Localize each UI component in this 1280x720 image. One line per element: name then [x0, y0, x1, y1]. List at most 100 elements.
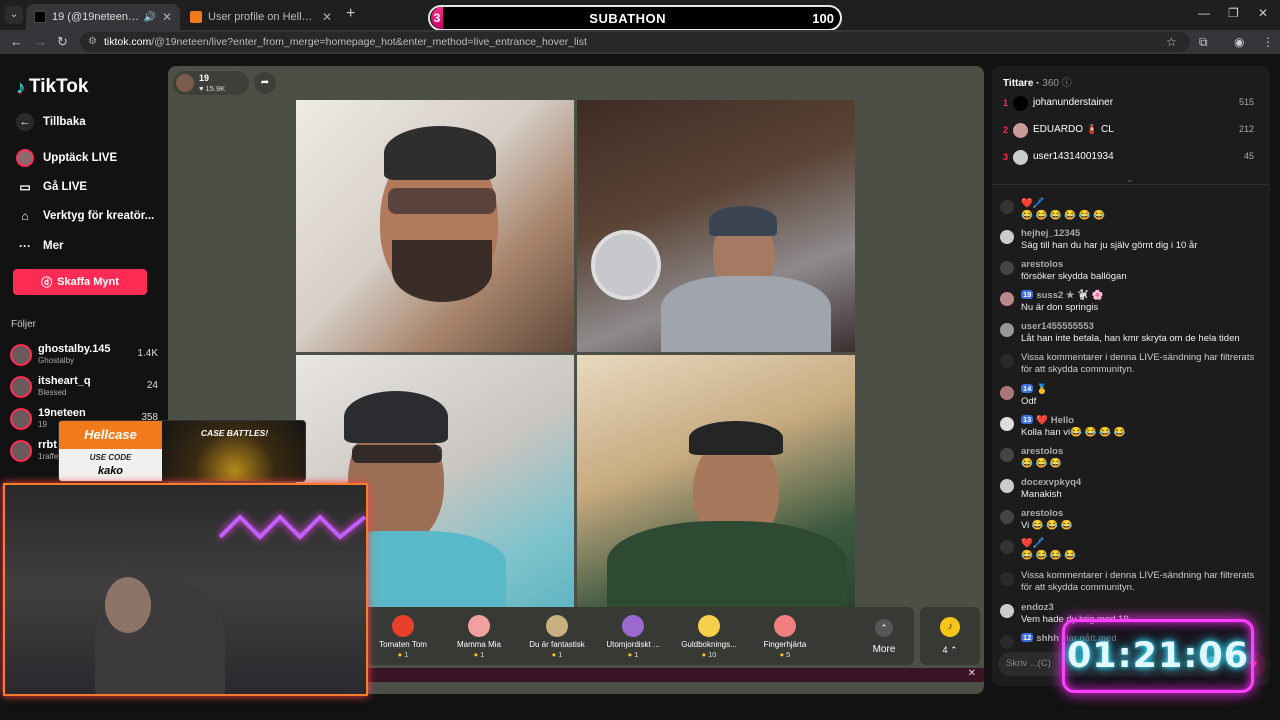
- viewers-heading: Tittare · 360 ⓘ: [1003, 78, 1072, 89]
- restore-icon[interactable]: ❐: [1228, 6, 1239, 20]
- close-tab-icon[interactable]: ✕: [162, 10, 172, 24]
- hellcase-code-panel: Hellcase USE CODE kako: [59, 421, 162, 481]
- extensions-icon[interactable]: ⧉: [1199, 35, 1208, 50]
- host-avatar: [176, 74, 194, 92]
- gift-tomato-icon: [392, 615, 414, 637]
- tiktok-page: ♪ TikTok ← Tillbaka Upptäck LIVE ▭ Gå LI…: [0, 54, 1280, 720]
- tab-tiktok-live[interactable]: 19 (@19neteen) är LIVE - TikTok 🔊 ✕: [26, 4, 180, 30]
- subathon-right-value: 100: [812, 10, 834, 26]
- gift-name: Tomaten Tom: [379, 640, 427, 649]
- tiktok-logo[interactable]: ♪ TikTok: [16, 76, 88, 98]
- top-viewer-row[interactable]: 3 user14314001934 45: [992, 147, 1270, 169]
- chat-username: hejhej_12345: [1021, 228, 1081, 239]
- chevron-up-icon: ⌃: [875, 619, 893, 637]
- reload-icon[interactable]: ↻: [57, 34, 68, 50]
- rank-number: 3: [1003, 152, 1009, 162]
- gift-item[interactable]: Du är fantastisk 1: [522, 615, 592, 659]
- speaker-icon: 🔊: [143, 11, 156, 23]
- countdown-timer-overlay: 01:21:06: [1062, 619, 1254, 693]
- tiktok-icon: [1000, 572, 1014, 586]
- back-arrow-icon[interactable]: ←: [10, 34, 23, 49]
- top-viewer-row[interactable]: 2 EDUARDO 🧯 CL 212: [992, 120, 1270, 142]
- subathon-left-value: 3: [431, 7, 443, 29]
- guest-hoodie: [607, 521, 847, 607]
- chat-text: Nu är don springis: [1021, 302, 1099, 313]
- chat-username: arestolos: [1021, 508, 1064, 519]
- get-coins-button[interactable]: ⓓ Skaffa Mynt: [13, 269, 147, 295]
- following-heading: Följer: [11, 319, 37, 330]
- guest-video-1: [296, 100, 574, 352]
- nav-label: Verktyg för kreatör...: [43, 210, 155, 222]
- avatar: [1000, 323, 1014, 337]
- bookmark-star-icon[interactable]: ☆: [1166, 35, 1177, 49]
- share-icon[interactable]: ➦: [254, 72, 276, 94]
- subathon-label: SUBATHON: [589, 10, 666, 26]
- chat-username-text: 🥇: [1036, 384, 1049, 395]
- gift-price: 1: [522, 650, 592, 659]
- chat-text: 😂 😂 😂: [1021, 458, 1062, 469]
- tab-hellcase[interactable]: User profile on Hellcase ✕: [182, 4, 340, 30]
- nav-discover-live[interactable]: Upptäck LIVE: [16, 149, 117, 167]
- home-tools-icon: ⌂: [21, 209, 29, 223]
- close-icon[interactable]: ✕: [968, 668, 976, 679]
- coin-balance-button[interactable]: ♪ 4 ⌃: [920, 607, 980, 665]
- more-label: More: [872, 644, 896, 655]
- avatar: [1000, 386, 1014, 400]
- avatar: [1013, 150, 1028, 165]
- nav-go-live[interactable]: ▭ Gå LIVE: [16, 178, 87, 196]
- rank-number: 2: [1003, 125, 1009, 135]
- following-item[interactable]: ghostalby.145 Ghostalby 1.4K: [10, 342, 160, 370]
- minimize-icon[interactable]: —: [1198, 6, 1210, 20]
- gift-item[interactable]: Mamma Mia 1: [444, 615, 514, 659]
- back-label: Tillbaka: [43, 116, 86, 128]
- gift-cat-icon: [546, 615, 568, 637]
- close-tab-icon[interactable]: ✕: [322, 10, 332, 24]
- chevron-down-icon[interactable]: ⌄: [1126, 174, 1134, 185]
- following-name: 19neteen: [38, 407, 86, 419]
- join-icon: [1000, 635, 1014, 649]
- chat-username-text: shhh: [1036, 633, 1060, 644]
- get-coins-label: Skaffa Mynt: [57, 276, 119, 288]
- gift-item[interactable]: Utomjordiskt ... 1: [598, 615, 668, 659]
- guest-cap: [689, 421, 783, 455]
- info-icon[interactable]: ⓘ: [1062, 78, 1072, 89]
- case-battles-label: CASE BATTLES!: [200, 428, 269, 438]
- host-info[interactable]: 19 ♥ 15.9K: [173, 71, 249, 95]
- url-field[interactable]: ⚙ tiktok.com/@19neteen/live?enter_from_m…: [80, 32, 1190, 52]
- gift-name: Guldboknings...: [681, 640, 737, 649]
- profile-avatar-icon[interactable]: ◉: [1234, 35, 1244, 49]
- host-name: 19: [199, 73, 210, 83]
- avatar: [1000, 230, 1014, 244]
- avatar: [1000, 479, 1014, 493]
- close-window-icon[interactable]: ✕: [1258, 6, 1268, 20]
- logo-text: TikTok: [29, 76, 89, 97]
- guest-sunglasses: [352, 445, 442, 463]
- gift-price: 1: [444, 650, 514, 659]
- viewer-name: EDUARDO 🧯 CL: [1033, 124, 1114, 135]
- gift-bar: Tomaten Tom 1 Mamma Mia 1 Du är fantasti…: [366, 607, 914, 665]
- back-link[interactable]: ← Tillbaka: [16, 113, 86, 131]
- following-item[interactable]: itsheart_q Blessed 24: [10, 374, 160, 402]
- forward-arrow-icon[interactable]: →: [34, 34, 47, 49]
- gift-item[interactable]: Fingerhjärta 5: [750, 615, 820, 659]
- chat-username: endoz3: [1021, 602, 1054, 613]
- gift-item[interactable]: Tomaten Tom 1: [368, 615, 438, 659]
- tab-search-button[interactable]: ⌄: [5, 6, 23, 24]
- tiktok-favicon-icon: [34, 11, 46, 23]
- browser-menu-icon[interactable]: ⋮: [1262, 35, 1274, 49]
- nav-creator-tools[interactable]: ⌂ Verktyg för kreatör...: [16, 207, 154, 225]
- new-tab-icon[interactable]: +: [346, 5, 355, 23]
- use-code-label: USE CODE: [89, 453, 132, 462]
- nav-more[interactable]: ··· Mer: [16, 237, 63, 255]
- gift-item[interactable]: Guldboknings... 10: [674, 615, 744, 659]
- chat-text: försöker skydda ballögan: [1021, 271, 1127, 282]
- more-gifts-button[interactable]: ⌃ More: [868, 619, 900, 655]
- subathon-overlay: 3 SUBATHON 100: [428, 5, 842, 31]
- viewer-score: 212: [1238, 124, 1254, 134]
- guest-beard: [392, 240, 492, 302]
- gift-mamma-mia-icon: [468, 615, 490, 637]
- following-sub: 1raffe: [38, 452, 59, 461]
- more-dots-icon: ···: [19, 239, 31, 253]
- site-info-icon[interactable]: ⚙: [88, 32, 97, 52]
- top-viewer-row[interactable]: 1 johanunderstainer 515: [992, 93, 1270, 115]
